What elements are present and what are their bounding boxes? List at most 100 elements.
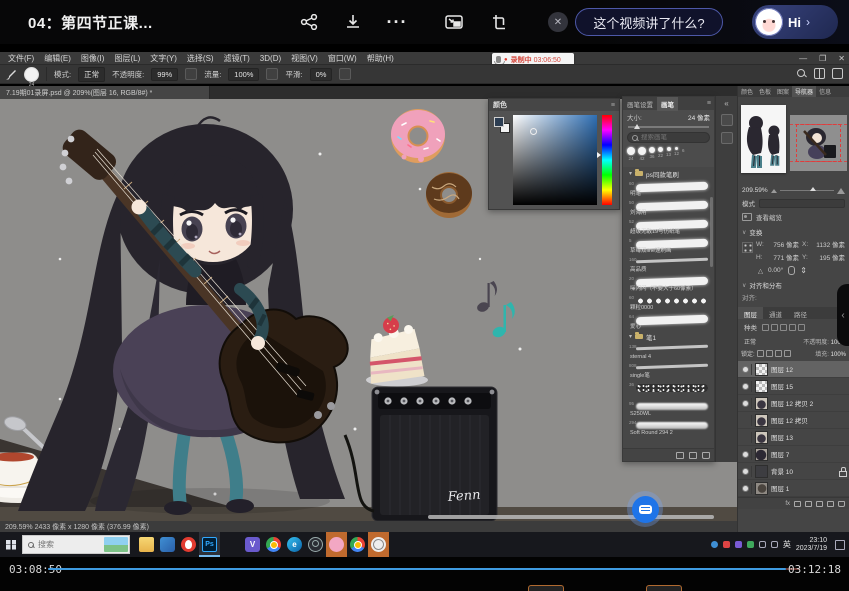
menu-item[interactable]: 3D(D) xyxy=(260,54,281,63)
layer-row[interactable]: 背景 10 xyxy=(738,463,849,480)
taskbar-app-icon[interactable] xyxy=(178,532,199,557)
tray-icon[interactable] xyxy=(747,541,754,548)
lock-position-icon[interactable] xyxy=(775,350,782,357)
taskbar-app-icon[interactable] xyxy=(136,532,157,557)
ime-indicator[interactable]: 英 xyxy=(783,539,791,550)
navigator-view-rect[interactable] xyxy=(796,124,841,162)
align-section-header[interactable]: 对齐和分布 xyxy=(738,277,849,291)
timeline-thumb[interactable] xyxy=(528,585,564,591)
panel-tab[interactable]: 颜色 xyxy=(738,86,756,97)
reference-image-thumbnail[interactable] xyxy=(741,105,786,173)
notification-center-icon[interactable] xyxy=(835,540,845,550)
more-icon[interactable]: ··· xyxy=(385,10,409,34)
fill-value[interactable]: 100% xyxy=(831,352,846,358)
panel-tab[interactable]: 通道 xyxy=(763,307,788,319)
zoom-slider-thumb[interactable] xyxy=(810,187,816,191)
layer-row[interactable]: 图层 1 xyxy=(738,480,849,497)
visibility-eye-icon[interactable] xyxy=(741,381,752,392)
color-marker[interactable] xyxy=(530,128,537,135)
hue-slider[interactable] xyxy=(602,115,612,205)
airbrush-icon[interactable] xyxy=(266,68,278,80)
foreground-swatch[interactable] xyxy=(494,117,504,127)
brush-row[interactable]: 20 噪闪闪（不要大于60像素） xyxy=(625,274,712,293)
assistant-entry[interactable]: Hi › xyxy=(752,5,838,39)
flip-vertical-icon[interactable]: ⇕ xyxy=(800,266,807,275)
brush-row[interactable]: 50 刘海用 xyxy=(625,198,712,217)
screenshot-icon[interactable] xyxy=(487,10,511,34)
taskbar-app-icon[interactable] xyxy=(305,532,326,557)
taskbar-app-icon[interactable]: V xyxy=(242,532,263,557)
layer-thumbnail[interactable] xyxy=(755,397,768,410)
brush-preset[interactable]: 22 xyxy=(658,147,663,158)
lock-pixels-icon[interactable] xyxy=(766,350,773,357)
panel-tab[interactable]: 图案 xyxy=(774,86,792,97)
download-icon[interactable] xyxy=(341,10,365,34)
layer-thumbnail[interactable] xyxy=(755,482,768,495)
taskbar-clock[interactable]: 23:10 2023/7/19 xyxy=(796,537,827,552)
taskbar-app-icon[interactable] xyxy=(389,532,410,557)
filter-kind-select[interactable]: 种类 xyxy=(741,321,760,333)
transform-section-header[interactable]: 变换 xyxy=(738,224,849,238)
start-button[interactable] xyxy=(0,532,22,557)
opacity-field[interactable]: 99% xyxy=(151,68,178,81)
share-icon[interactable] xyxy=(297,10,321,34)
mode-field[interactable] xyxy=(759,199,845,208)
brush-row[interactable]: 36 xyxy=(625,380,712,399)
menu-item[interactable]: 编辑(E) xyxy=(44,53,71,64)
blend-mode-select[interactable]: 正常 xyxy=(741,336,771,347)
visibility-eye-icon[interactable] xyxy=(741,364,752,375)
taskbar-app-icon[interactable] xyxy=(326,532,347,557)
saturation-brightness-field[interactable] xyxy=(513,115,597,205)
layer-thumbnail[interactable] xyxy=(755,414,768,427)
brush-row[interactable]: 64 爱心 xyxy=(625,312,712,331)
zoom-slider[interactable] xyxy=(780,190,834,192)
taskbar-search[interactable] xyxy=(22,535,130,554)
hue-slider-thumb[interactable] xyxy=(597,152,601,158)
new-group-icon[interactable] xyxy=(676,452,684,459)
zoom-in-icon[interactable] xyxy=(837,188,845,194)
docked-panel-icon[interactable] xyxy=(721,114,733,126)
panel-menu-icon[interactable]: ≡ xyxy=(611,102,615,109)
workspace-icon[interactable] xyxy=(832,68,843,79)
brush-row[interactable]: 52 超级无敌19号仿纸笔 xyxy=(625,217,712,236)
brush-row[interactable]: ▾ 笔1 xyxy=(625,331,712,342)
brush-row[interactable]: 60 明笔 xyxy=(625,179,712,198)
adjustment-layer-icon[interactable] xyxy=(805,501,812,507)
menu-item[interactable]: 帮助(H) xyxy=(367,53,394,64)
taskbar-app-icon[interactable] xyxy=(368,532,389,557)
close-assistant-icon[interactable]: ✕ xyxy=(548,12,568,32)
panel-tab[interactable]: 信息 xyxy=(816,86,834,97)
brush-row[interactable]: 60 颗粒0000 xyxy=(625,293,712,312)
sidebar-collapse-tab[interactable]: ‹ xyxy=(837,284,849,346)
layer-thumbnail[interactable] xyxy=(755,448,768,461)
menu-item[interactable]: 图层(L) xyxy=(114,53,140,64)
layer-row[interactable]: 图层 12 拷贝 xyxy=(738,412,849,429)
delete-brush-icon[interactable] xyxy=(702,452,710,459)
brush-row[interactable]: 160 高品质 xyxy=(625,255,712,274)
menu-item[interactable]: 选择(S) xyxy=(187,53,214,64)
slider-thumb[interactable] xyxy=(634,124,640,129)
chevron-down-icon[interactable]: ▾ xyxy=(629,333,632,340)
menu-item[interactable]: 文件(F) xyxy=(8,53,34,64)
lock-transparent-icon[interactable] xyxy=(757,350,764,357)
brush-row[interactable]: 95 S250WL xyxy=(625,399,712,418)
zoom-percent[interactable]: 209.59% xyxy=(742,187,768,194)
reference-point-icon[interactable] xyxy=(742,242,753,253)
panel-tab[interactable]: 导航器 xyxy=(792,86,816,97)
new-layer-icon[interactable] xyxy=(827,501,834,507)
height-field[interactable]: 771 像素 xyxy=(765,252,800,262)
navigator-proxy-view[interactable] xyxy=(790,115,847,171)
brush-row[interactable]: 138 sternal 4 xyxy=(625,342,712,361)
taskbar-app-icon[interactable] xyxy=(347,532,368,557)
panel-tab[interactable]: 色板 xyxy=(756,86,774,97)
taskbar-app-icon[interactable]: e xyxy=(284,532,305,557)
width-field[interactable]: 756 像素 xyxy=(766,239,799,249)
timeline-thumb[interactable] xyxy=(646,585,682,591)
new-group-icon[interactable] xyxy=(816,501,823,507)
document-tab[interactable]: 7.19期01录屏.psd @ 209%(图层 16, RGB/8#) * xyxy=(0,86,210,99)
restore-button[interactable]: ❐ xyxy=(819,54,826,63)
tray-icon[interactable] xyxy=(723,541,730,548)
layer-thumbnail[interactable] xyxy=(755,380,768,393)
visibility-eye-icon[interactable] xyxy=(741,398,752,409)
tab-brushes[interactable]: 画笔 xyxy=(657,97,678,111)
